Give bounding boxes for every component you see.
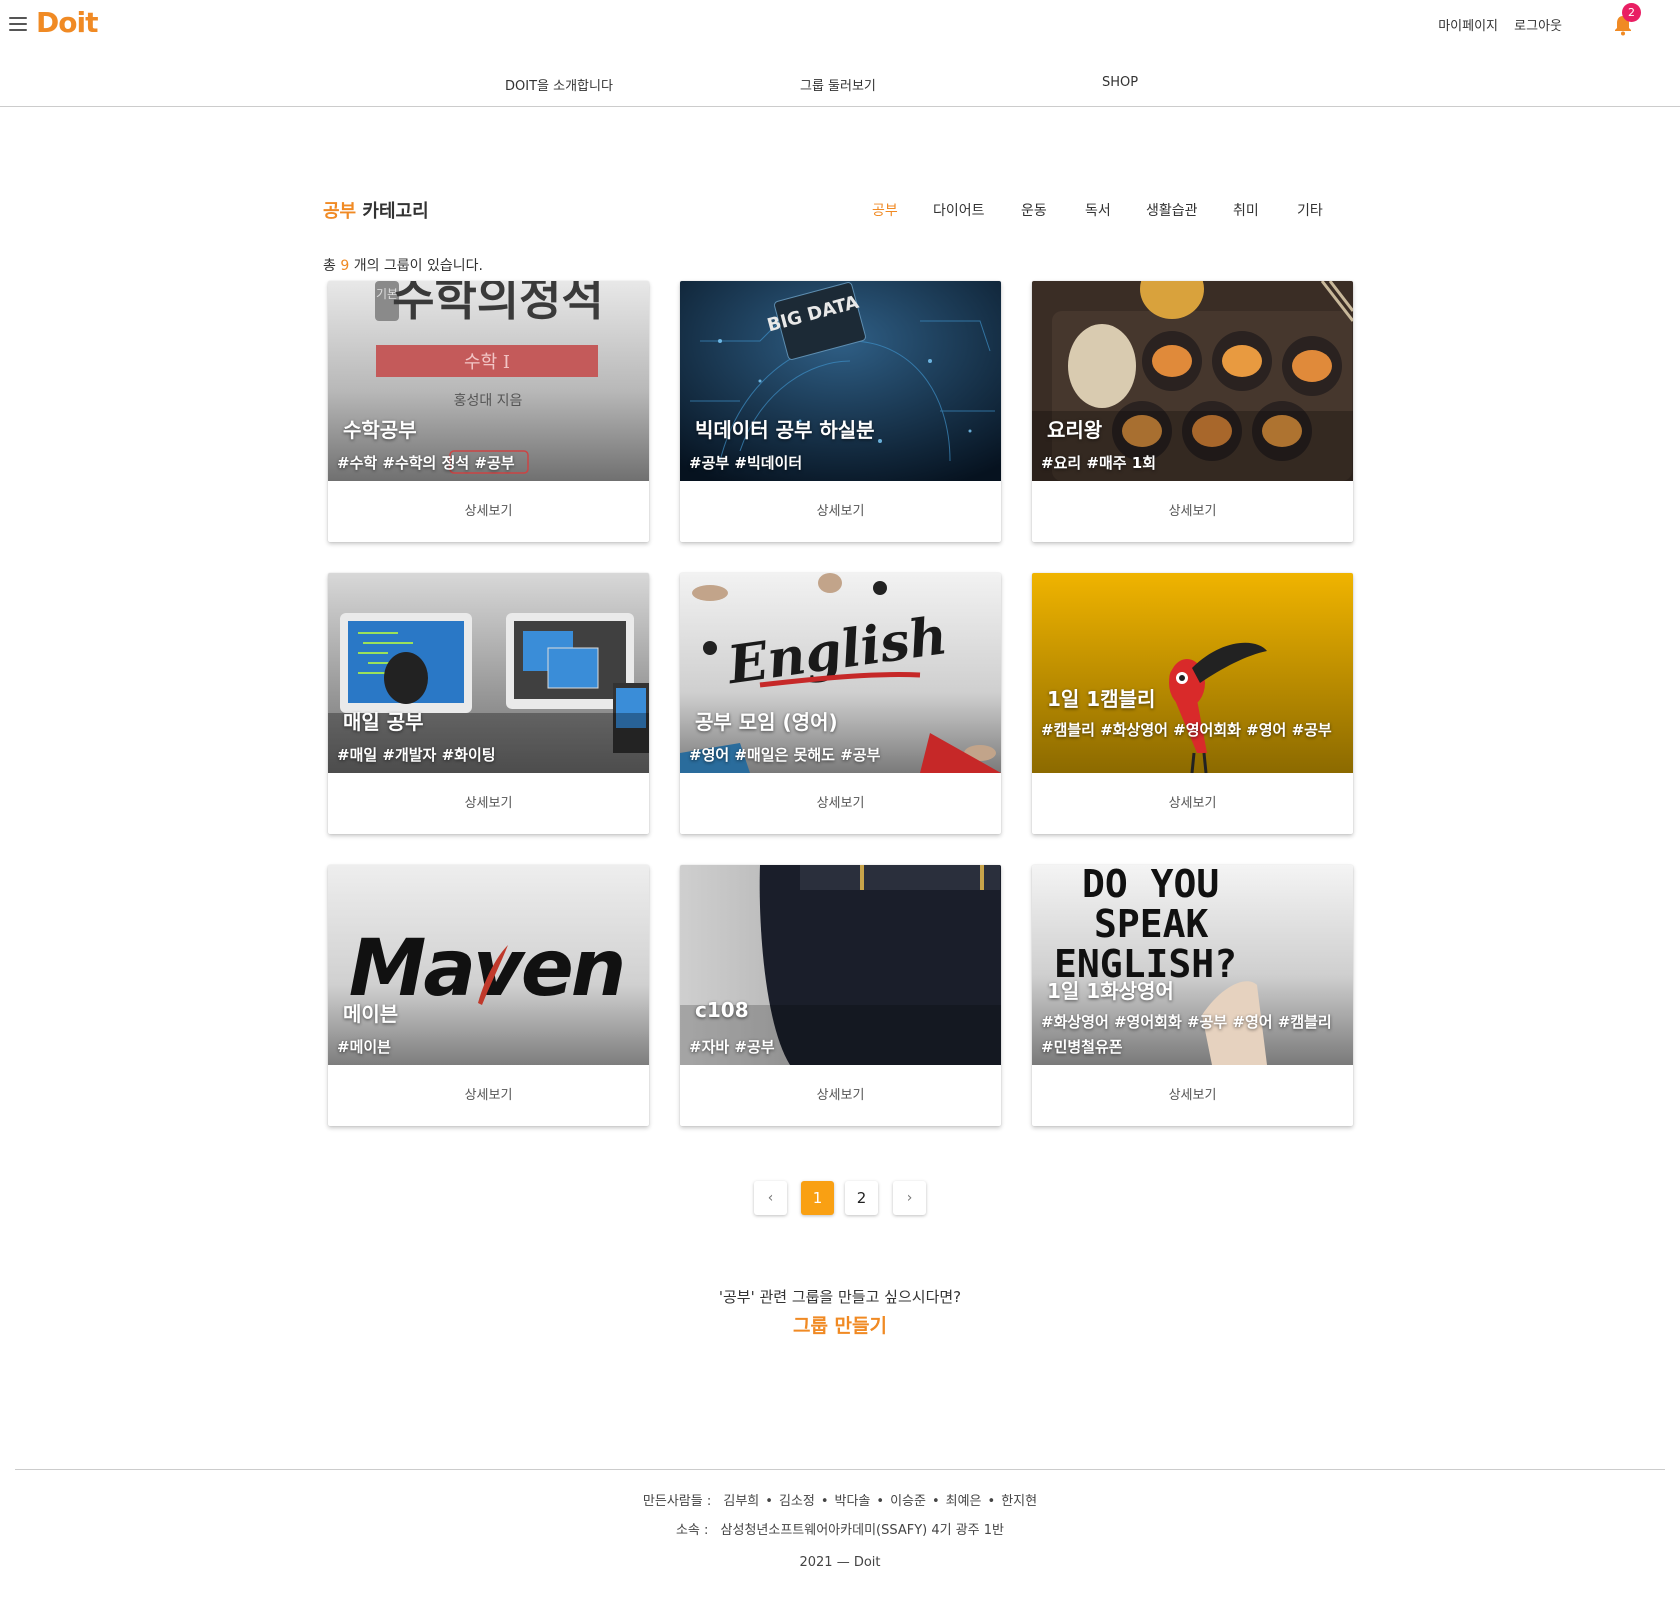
card-image[interactable]: 요리왕 #요리 #매주 1회 bbox=[1032, 281, 1353, 481]
card-title: 1일 1캠블리 bbox=[1047, 687, 1156, 711]
org-label: 소속 : bbox=[675, 1523, 709, 1538]
tab-hobby[interactable]: 취미 bbox=[1233, 200, 1259, 220]
tab-reading[interactable]: 독서 bbox=[1085, 200, 1111, 220]
tab-habits[interactable]: 생활습관 bbox=[1146, 200, 1198, 220]
maker-name: 최예은 bbox=[945, 1494, 982, 1509]
card-image[interactable]: BIG DATA 빅데이터 공부 하실분 #공부 #빅데이터 bbox=[680, 281, 1001, 481]
group-card[interactable]: 요리왕 #요리 #매주 1회 상세보기 bbox=[1032, 281, 1353, 542]
card-title: 빅데이터 공부 하실분 bbox=[695, 418, 875, 442]
footer-divider bbox=[15, 1469, 1665, 1470]
group-card[interactable]: 매일 공부 #매일 #개발자 #화이팅 상세보기 bbox=[328, 573, 649, 834]
maker-name: 한지현 bbox=[1001, 1494, 1038, 1509]
card-tags: #캠블리 #화상영어 #영어회화 #영어 #공부 bbox=[1041, 721, 1332, 739]
book-title-text: 수학의정석 bbox=[392, 281, 604, 326]
tab-study[interactable]: 공부 bbox=[872, 200, 898, 220]
detail-button[interactable]: 상세보기 bbox=[328, 481, 649, 542]
card-title: 요리왕 bbox=[1047, 418, 1103, 442]
card-title: 수학공부 bbox=[343, 418, 417, 442]
count-prefix: 총 bbox=[323, 258, 341, 274]
detail-button[interactable]: 상세보기 bbox=[1032, 773, 1353, 834]
logo[interactable]: Doit bbox=[36, 6, 98, 39]
card-title: 공부 모임 (영어) bbox=[695, 710, 838, 734]
count-number: 9 bbox=[340, 258, 350, 274]
page-button-2[interactable]: 2 bbox=[845, 1181, 878, 1215]
group-count: 총 9 개의 그룹이 있습니다. bbox=[323, 255, 483, 275]
group-card[interactable]: BIG DATA 빅데이터 공부 하실분 #공부 #빅데이터 상세보기 bbox=[680, 281, 1001, 542]
maker-name: 김소정 bbox=[778, 1494, 815, 1509]
logout-link[interactable]: 로그아웃 bbox=[1514, 19, 1562, 34]
nav-shop[interactable]: SHOP bbox=[1102, 75, 1138, 90]
prev-page-button[interactable]: ‹ bbox=[754, 1181, 787, 1215]
detail-button[interactable]: 상세보기 bbox=[328, 1065, 649, 1126]
nav-browse[interactable]: 그룹 둘러보기 bbox=[800, 75, 876, 94]
category-title: 공부 카테고리 bbox=[323, 197, 429, 223]
tab-diet[interactable]: 다이어트 bbox=[933, 200, 985, 220]
count-suffix: 개의 그룹이 있습니다. bbox=[349, 258, 483, 274]
maker-name: 이승준 bbox=[890, 1494, 926, 1509]
speak-line-2: SPEAK bbox=[1094, 902, 1209, 946]
card-tags: #공부 #빅데이터 bbox=[689, 454, 803, 472]
top-bar: Doit 마이페이지 로그아웃 2 bbox=[0, 0, 1680, 52]
card-image[interactable]: DO YOU SPEAK ENGLISH? 1일 1화상영어 #화상영어 #영어… bbox=[1032, 865, 1353, 1065]
card-tags: #영어 #매일은 못해도 #공부 bbox=[689, 746, 881, 764]
footer-makers: 만든사람들 : 김부희 • 김소정 • 박다솔 • 이승준 • 최예은 • 한지현 bbox=[642, 1494, 1038, 1509]
toucan-image bbox=[1032, 573, 1353, 773]
speak-line-1: DO YOU bbox=[1082, 865, 1219, 906]
card-image[interactable]: English 공부 모임 (영어) #영어 #매일은 못해도 #공부 bbox=[680, 573, 1001, 773]
user-links: 마이페이지 로그아웃 bbox=[1426, 15, 1562, 34]
create-group-link[interactable]: 그룹 만들기 bbox=[0, 1311, 1680, 1338]
detail-button[interactable]: 상세보기 bbox=[680, 773, 1001, 834]
card-tags: #메이븐 bbox=[337, 1038, 391, 1056]
maker-name: 김부희 bbox=[723, 1494, 760, 1509]
create-group-question: '공부' 관련 그룹을 만들고 싶으시다면? bbox=[718, 1288, 962, 1306]
maker-name: 박다솔 bbox=[834, 1494, 871, 1509]
category-name: 공부 bbox=[323, 201, 357, 222]
group-card[interactable]: Maven 메이븐 #메이븐 상세보기 bbox=[328, 865, 649, 1126]
card-image[interactable]: 매일 공부 #매일 #개발자 #화이팅 bbox=[328, 573, 649, 773]
menu-icon[interactable] bbox=[9, 17, 27, 31]
card-image[interactable]: 기본 수학의정석 수학 I 홍성대 지음 수학공부 #수학 #수학의 정석 #공… bbox=[328, 281, 649, 481]
main-nav: DOIT을 소개합니다 그룹 둘러보기 SHOP bbox=[0, 52, 1680, 107]
card-title: 1일 1화상영어 bbox=[1047, 979, 1174, 1003]
makers-label: 만든사람들 : bbox=[642, 1494, 712, 1509]
group-card[interactable]: 기본 수학의정석 수학 I 홍성대 지음 수학공부 #수학 #수학의 정석 #공… bbox=[328, 281, 649, 542]
card-title: 매일 공부 bbox=[343, 710, 424, 734]
page-button-1[interactable]: 1 bbox=[801, 1181, 834, 1215]
detail-button[interactable]: 상세보기 bbox=[680, 481, 1001, 542]
detail-button[interactable]: 상세보기 bbox=[1032, 481, 1353, 542]
nav-intro[interactable]: DOIT을 소개합니다 bbox=[505, 75, 613, 94]
mypage-link[interactable]: 마이페이지 bbox=[1438, 19, 1498, 34]
notification-badge: 2 bbox=[1622, 3, 1641, 22]
card-title: 메이븐 bbox=[343, 1002, 399, 1026]
card-tags: #자바 #공부 bbox=[689, 1038, 775, 1056]
group-card[interactable]: DO YOU SPEAK ENGLISH? 1일 1화상영어 #화상영어 #영어… bbox=[1032, 865, 1353, 1126]
card-tags: #매일 #개발자 #화이팅 bbox=[337, 746, 496, 764]
group-card[interactable]: English 공부 모임 (영어) #영어 #매일은 못해도 #공부 상세보기 bbox=[680, 573, 1001, 834]
tab-etc[interactable]: 기타 bbox=[1297, 200, 1323, 220]
card-tags: #수학 #수학의 정석 #공부 bbox=[337, 454, 515, 472]
org-name: 삼성청년소프트웨어아카데미(SSAFY) 4기 광주 1반 bbox=[720, 1523, 1005, 1538]
detail-button[interactable]: 상세보기 bbox=[328, 773, 649, 834]
card-image[interactable]: c108 #자바 #공부 bbox=[680, 865, 1001, 1065]
group-card[interactable]: 1일 1캠블리 #캠블리 #화상영어 #영어회화 #영어 #공부 상세보기 bbox=[1032, 573, 1353, 834]
detail-button[interactable]: 상세보기 bbox=[680, 1065, 1001, 1126]
card-tags: #요리 #매주 1회 bbox=[1041, 454, 1157, 472]
next-page-button[interactable]: › bbox=[893, 1181, 926, 1215]
group-card[interactable]: c108 #자바 #공부 상세보기 bbox=[680, 865, 1001, 1126]
book-band-text: 수학 I bbox=[464, 352, 510, 373]
footer-copyright: 2021 — Doit bbox=[799, 1555, 881, 1570]
category-suffix: 카테고리 bbox=[356, 201, 429, 222]
footer-org: 소속 : 삼성청년소프트웨어아카데미(SSAFY) 4기 광주 1반 bbox=[0, 1519, 1680, 1538]
detail-button[interactable]: 상세보기 bbox=[1032, 1065, 1353, 1126]
card-tags: #화상영어 #영어회화 #공부 #영어 #캠블리 #민병철유폰 bbox=[1041, 1013, 1332, 1056]
card-image[interactable]: 1일 1캠블리 #캠블리 #화상영어 #영어회화 #영어 #공부 bbox=[1032, 573, 1353, 773]
card-title: c108 bbox=[695, 998, 749, 1022]
card-image[interactable]: Maven 메이븐 #메이븐 bbox=[328, 865, 649, 1065]
tab-exercise[interactable]: 운동 bbox=[1021, 200, 1047, 220]
book-author-text: 홍성대 지음 bbox=[454, 393, 523, 409]
